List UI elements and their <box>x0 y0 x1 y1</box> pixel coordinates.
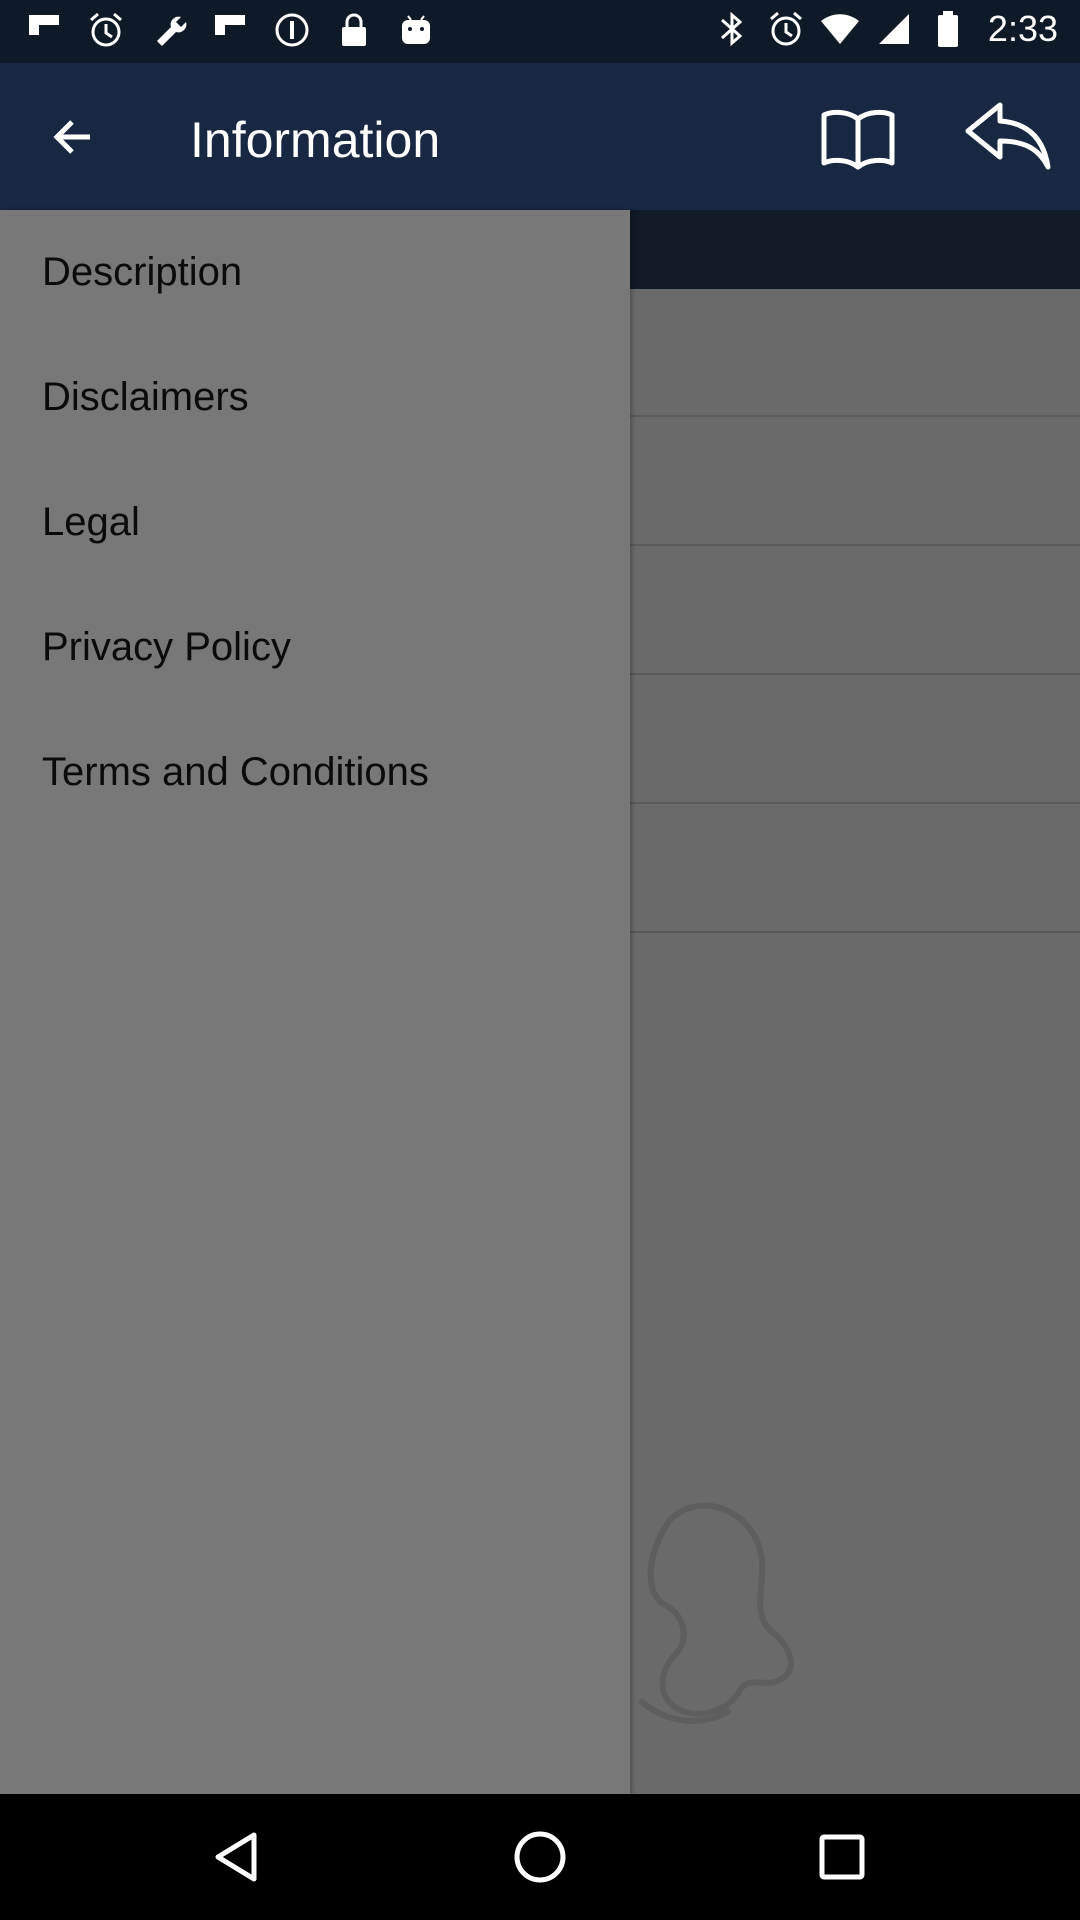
row-divider <box>630 931 1080 933</box>
reply-icon[interactable] <box>962 99 1052 173</box>
alarm-icon <box>86 10 126 50</box>
drawer-item-label: Legal <box>42 500 140 544</box>
flipboard-icon <box>24 10 64 50</box>
drawer-item-label: Description <box>42 250 243 294</box>
status-bar-right-icons: 2:33 <box>712 8 1058 50</box>
row-divider <box>630 415 1080 417</box>
row-divider <box>630 802 1080 804</box>
status-time: 2:33 <box>987 8 1058 49</box>
drawer-item-legal[interactable]: Legal <box>0 460 630 585</box>
drawer-item-label: Terms and Conditions <box>42 750 429 794</box>
navigation-drawer: Description Disclaimers Legal Privacy Po… <box>0 210 630 1794</box>
bluetooth-icon <box>712 9 752 49</box>
lock-icon <box>334 10 374 50</box>
system-nav-bar <box>0 1794 1080 1920</box>
flipboard-icon <box>210 10 250 50</box>
row-divider <box>630 673 1080 675</box>
drawer-item-disclaimers[interactable]: Disclaimers <box>0 335 630 460</box>
status-bar: 2:33 <box>0 0 1080 63</box>
drawer-item-label: Privacy Policy <box>42 625 291 669</box>
status-bar-left-icons <box>24 10 436 50</box>
back-triangle-icon[interactable] <box>208 1827 268 1887</box>
drawer-item-privacy-policy[interactable]: Privacy Policy <box>0 585 630 710</box>
recents-square-icon[interactable] <box>812 1827 872 1887</box>
horse-watermark-icon <box>600 1490 820 1750</box>
arrow-left-icon[interactable] <box>44 107 104 167</box>
page-title: Information <box>190 112 441 168</box>
drawer-item-label: Disclaimers <box>42 375 249 419</box>
drawer-item-terms-and-conditions[interactable]: Terms and Conditions <box>0 710 630 835</box>
wrench-icon <box>148 10 188 50</box>
wifi-icon <box>820 9 860 49</box>
info-icon <box>272 10 312 50</box>
drawer-item-description[interactable]: Description <box>0 210 630 335</box>
row-divider <box>630 544 1080 546</box>
book-icon[interactable] <box>818 103 898 173</box>
android-icon <box>396 10 436 50</box>
signal-icon <box>874 9 914 49</box>
home-circle-icon[interactable] <box>510 1827 570 1887</box>
alarm-icon <box>766 9 806 49</box>
battery-icon <box>928 9 968 49</box>
app-bar: Information <box>0 63 1080 210</box>
